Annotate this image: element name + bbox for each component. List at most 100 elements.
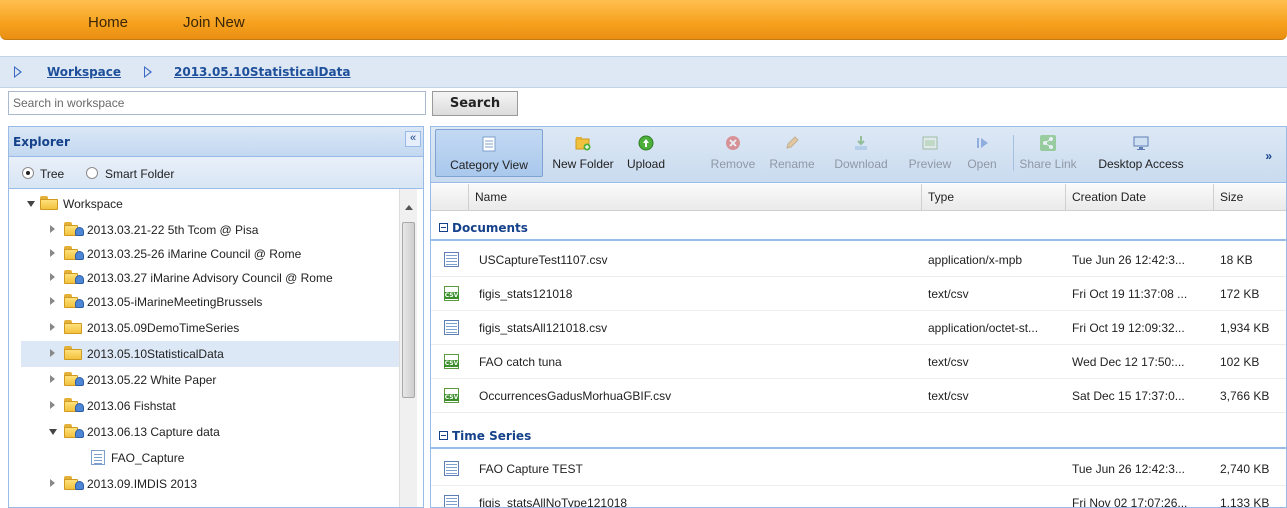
expand-arrow-icon[interactable] bbox=[50, 297, 55, 305]
tree-item[interactable]: 2013.06.13 Capture data bbox=[9, 419, 399, 445]
remove-button[interactable]: Remove bbox=[707, 129, 759, 177]
collapse-panel-icon[interactable]: « bbox=[405, 131, 421, 147]
download-button[interactable]: Download bbox=[823, 129, 899, 177]
table-row[interactable]: USCaptureTest1107.csv application/x-mpb … bbox=[431, 243, 1286, 277]
cell-size: 172 KB bbox=[1220, 287, 1260, 301]
expand-arrow-icon[interactable] bbox=[50, 401, 55, 409]
tree-item[interactable]: 2013.03.25-26 iMarine Council @ Rome bbox=[9, 241, 399, 267]
cell-date: Tue Jun 26 12:42:3... bbox=[1072, 253, 1185, 267]
breadcrumb-workspace-link[interactable]: Workspace bbox=[47, 65, 121, 79]
cell-name: FAO Capture TEST bbox=[479, 462, 583, 476]
open-icon bbox=[977, 138, 988, 148]
cell-size: 18 KB bbox=[1220, 253, 1253, 267]
group-header-time-series[interactable]: Time Series bbox=[431, 421, 1286, 449]
smart-folder-radio[interactable] bbox=[86, 167, 98, 179]
tree-scrollbar[interactable] bbox=[399, 189, 417, 507]
column-header-type[interactable]: Type bbox=[921, 184, 1065, 211]
upload-label: Upload bbox=[626, 157, 666, 171]
expand-arrow-icon[interactable] bbox=[50, 375, 55, 383]
scroll-thumb[interactable] bbox=[402, 222, 415, 398]
explorer-header: Explorer « bbox=[9, 127, 423, 157]
tree-item[interactable]: FAO_Capture bbox=[9, 445, 399, 471]
group-header-documents[interactable]: Documents bbox=[431, 213, 1286, 241]
tree-item[interactable]: 2013.03.27 iMarine Advisory Council @ Ro… bbox=[9, 265, 399, 291]
tree-item[interactable]: 2013.05.09DemoTimeSeries bbox=[9, 315, 399, 341]
nav-home-link[interactable]: Home bbox=[88, 14, 128, 31]
category-view-icon bbox=[482, 136, 496, 152]
tree-item[interactable]: 2013.06 Fishstat bbox=[9, 393, 399, 419]
search-button[interactable]: Search bbox=[432, 91, 518, 116]
tree-item-selected[interactable]: 2013.05.10StatisticalData bbox=[21, 341, 399, 367]
column-header-name[interactable]: Name bbox=[468, 184, 921, 211]
table-icon bbox=[444, 495, 459, 507]
breadcrumb-arrow-icon bbox=[144, 66, 152, 78]
cell-size: 102 KB bbox=[1220, 355, 1260, 369]
smart-folder-label: Smart Folder bbox=[105, 167, 175, 181]
collapse-group-icon[interactable] bbox=[439, 223, 448, 232]
cell-date: Wed Dec 12 17:50:... bbox=[1072, 355, 1185, 369]
column-header-creation-date[interactable]: Creation Date bbox=[1065, 184, 1213, 211]
expand-arrow-icon[interactable] bbox=[50, 349, 55, 357]
tree-item-label: 2013.06 Fishstat bbox=[87, 399, 176, 413]
tree-item-label: 2013.06.13 Capture data bbox=[87, 425, 220, 439]
tree-view-radio[interactable] bbox=[22, 167, 34, 179]
expand-arrow-icon[interactable] bbox=[50, 323, 55, 331]
shared-folder-icon bbox=[64, 424, 84, 438]
search-input[interactable] bbox=[8, 91, 426, 115]
tree-item[interactable]: 2013.09.IMDIS 2013 bbox=[9, 471, 399, 497]
table-row[interactable]: CSV figis_stats121018 text/csv Fri Oct 1… bbox=[431, 277, 1286, 311]
cell-name: figis_statsAll121018.csv bbox=[479, 321, 608, 335]
rename-button[interactable]: Rename bbox=[763, 129, 821, 177]
breadcrumb-current-folder-link[interactable]: 2013.05.10StatisticalData bbox=[174, 65, 350, 79]
cell-name: OccurrencesGadusMorhuaGBIF.csv bbox=[479, 389, 672, 403]
view-toggle: Tree Smart Folder bbox=[9, 157, 423, 189]
expand-arrow-icon[interactable] bbox=[50, 479, 55, 487]
expand-arrow-icon[interactable] bbox=[50, 249, 55, 257]
group-label: Time Series bbox=[439, 429, 531, 443]
table-row[interactable]: CSV OccurrencesGadusMorhuaGBIF.csv text/… bbox=[431, 379, 1286, 413]
desktop-access-button[interactable]: Desktop Access bbox=[1081, 129, 1201, 177]
scroll-up-icon[interactable] bbox=[405, 205, 413, 210]
tree-item-label: FAO_Capture bbox=[111, 451, 185, 465]
new-folder-label: New Folder bbox=[552, 157, 614, 171]
group-label-text: Documents bbox=[452, 221, 528, 235]
share-link-button[interactable]: Share Link bbox=[1015, 129, 1081, 177]
tree-item-workspace[interactable]: Workspace bbox=[9, 191, 399, 217]
column-header-size[interactable]: Size bbox=[1213, 184, 1286, 211]
table-row[interactable]: FAO Capture TEST Tue Jun 26 12:42:3... 2… bbox=[431, 452, 1286, 486]
nav-join-new-link[interactable]: Join New bbox=[183, 14, 245, 31]
tree-item[interactable]: 2013.05.22 White Paper bbox=[9, 367, 399, 393]
toolbar-more-icon[interactable]: » bbox=[1265, 149, 1272, 163]
group-label-text: Time Series bbox=[452, 429, 532, 443]
share-link-icon bbox=[1040, 135, 1056, 151]
upload-button[interactable]: Upload bbox=[619, 129, 673, 177]
category-view-button[interactable]: Category View bbox=[435, 129, 543, 177]
cell-type: application/x-mpb bbox=[928, 253, 1023, 267]
remove-icon bbox=[726, 136, 740, 150]
expand-arrow-icon[interactable] bbox=[27, 201, 35, 207]
open-button[interactable]: Open bbox=[957, 129, 1007, 177]
expand-arrow-icon[interactable] bbox=[49, 429, 57, 435]
share-link-label: Share Link bbox=[1019, 157, 1077, 171]
cell-type: text/csv bbox=[928, 389, 969, 403]
table-row[interactable]: CSV FAO catch tuna text/csv Wed Dec 12 1… bbox=[431, 345, 1286, 379]
expand-arrow-icon[interactable] bbox=[50, 225, 55, 233]
tree-item[interactable]: 2013.05-iMarineMeetingBrussels bbox=[9, 289, 399, 315]
tree-item-label: 2013.03.27 iMarine Advisory Council @ Ro… bbox=[87, 271, 333, 285]
tree-item[interactable]: 2013.03.21-22 5th Tcom @ Pisa bbox=[9, 217, 399, 243]
new-folder-button[interactable]: New Folder bbox=[547, 129, 619, 177]
top-nav-bar: Home Join New bbox=[0, 0, 1287, 40]
cell-size: 3,766 KB bbox=[1220, 389, 1270, 403]
cell-type: text/csv bbox=[928, 355, 969, 369]
upload-icon bbox=[638, 135, 654, 151]
tree-item-label: 2013.05.22 White Paper bbox=[87, 373, 217, 387]
table-row[interactable]: figis_statsAll121018.csv application/oct… bbox=[431, 311, 1286, 345]
table-icon bbox=[444, 252, 459, 267]
shared-folder-icon bbox=[64, 398, 84, 412]
collapse-group-icon[interactable] bbox=[439, 431, 448, 440]
table-icon bbox=[444, 461, 459, 476]
tree-item-label: 2013.05.10StatisticalData bbox=[87, 347, 224, 361]
table-row[interactable]: figis_statsAllNoType121018 Fri Nov 02 17… bbox=[431, 486, 1286, 507]
preview-button[interactable]: Preview bbox=[903, 129, 957, 177]
expand-arrow-icon[interactable] bbox=[50, 273, 55, 281]
